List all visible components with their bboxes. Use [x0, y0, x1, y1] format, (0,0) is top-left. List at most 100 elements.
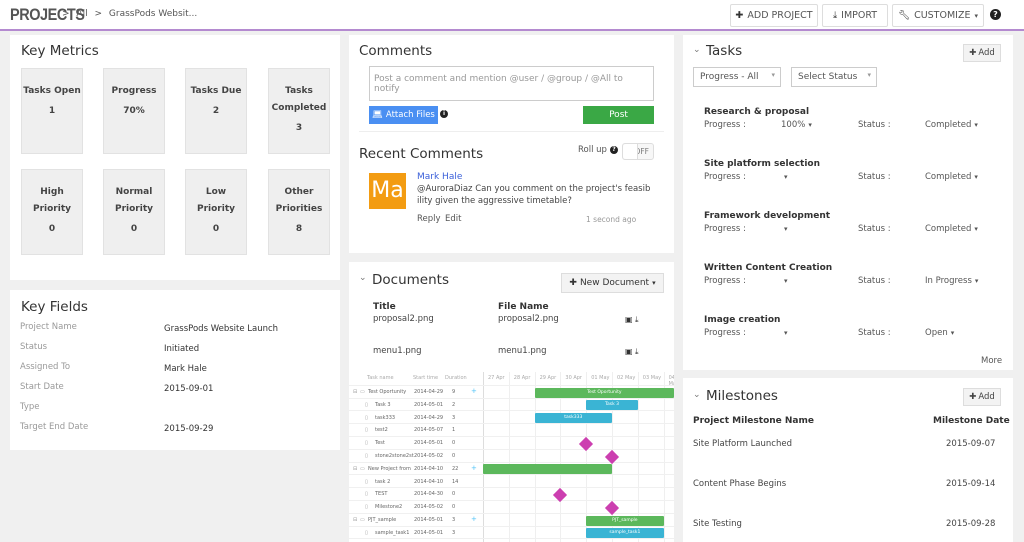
- doc-title[interactable]: menu1.png: [373, 346, 422, 356]
- metric-label: Tasks Completed: [271, 86, 327, 113]
- gantt-start-time: 2014-05-01: [414, 401, 444, 408]
- gantt-row[interactable]: ▯ task333 2014-04-29 3: [349, 412, 674, 425]
- milestone-name[interactable]: Content Phase Begins: [693, 479, 786, 489]
- help-icon[interactable]: ?: [990, 9, 1001, 20]
- status-filter-select[interactable]: Select Status: [791, 67, 877, 87]
- caret-down-icon: ▾: [974, 173, 978, 181]
- collapse-chevron-icon[interactable]: ⌄: [693, 390, 701, 400]
- status-value: Open: [925, 328, 948, 338]
- progress-dropdown[interactable]: ▾: [781, 276, 788, 286]
- expand-icon[interactable]: ⊟: [353, 389, 357, 395]
- progress-dropdown[interactable]: ▾: [781, 328, 788, 338]
- add-subtask-icon[interactable]: +: [471, 515, 477, 523]
- image-preview-icon[interactable]: ▣: [625, 347, 633, 356]
- new-document-button[interactable]: ✚ New Document ▾: [561, 273, 664, 293]
- gantt-row[interactable]: ▯ TEST 2014-04-30 0: [349, 488, 674, 502]
- gantt-start-time: 2014-04-29: [414, 389, 444, 395]
- progress-dropdown[interactable]: 100% ▾: [781, 120, 812, 130]
- gantt-duration: 3: [452, 414, 456, 421]
- breadcrumb-all[interactable]: All: [76, 9, 87, 19]
- progress-filter-select[interactable]: Progress - All: [693, 67, 781, 87]
- gantt-task-name: New Project from: [368, 465, 411, 472]
- gantt-start-time: 2014-05-07: [414, 427, 444, 434]
- comment-input[interactable]: Post a comment and mention @user / @grou…: [369, 66, 654, 101]
- gantt-bar[interactable]: task333: [534, 413, 612, 424]
- download-icon[interactable]: ⤓: [635, 347, 639, 357]
- customize-button[interactable]: 🔧︎ CUSTOMIZE ▾: [892, 4, 984, 27]
- metric-value: 8: [295, 224, 303, 234]
- download-icon[interactable]: ⤓: [635, 315, 639, 325]
- expand-icon[interactable]: ⊟: [353, 517, 357, 523]
- add-milestone-button[interactable]: ✚ Add: [963, 388, 1001, 406]
- collapse-chevron-icon[interactable]: ⌄: [359, 273, 367, 283]
- status-value: Completed: [925, 224, 972, 234]
- add-subtask-icon[interactable]: +: [471, 387, 477, 395]
- status-dropdown[interactable]: Completed ▾: [925, 172, 978, 182]
- gantt-start-time: 2014-05-01: [414, 440, 444, 447]
- edit-link[interactable]: Edit: [445, 214, 461, 224]
- folder-icon: ▭: [360, 517, 365, 523]
- caret-down-icon: ▾: [808, 121, 812, 129]
- gantt-bar[interactable]: sample_task1: [586, 528, 664, 539]
- status-dropdown[interactable]: Open ▾: [925, 328, 954, 338]
- gantt-bar[interactable]: Task 3: [586, 400, 638, 411]
- gantt-row[interactable]: ▯ test2 2014-05-07 1: [349, 424, 674, 438]
- add-task-button[interactable]: ✚ Add: [963, 44, 1001, 62]
- metric-card: Other Priorities 8: [268, 169, 330, 255]
- metric-label: Other Priorities: [275, 187, 323, 214]
- comment-text-line2: ility given the aggressive timetable?: [417, 196, 572, 206]
- milestone-name[interactable]: Site Platform Launched: [693, 439, 792, 449]
- comment-time: 1 second ago: [586, 215, 637, 224]
- doc-title[interactable]: proposal2.png: [373, 314, 434, 324]
- collapse-chevron-icon[interactable]: ⌄: [693, 45, 701, 55]
- task-name[interactable]: Research & proposal: [704, 107, 809, 117]
- gantt-duration: 1: [452, 427, 456, 434]
- gantt-row[interactable]: ▯ task 2 2014-04-10 14: [349, 476, 674, 489]
- post-button[interactable]: Post: [583, 106, 654, 124]
- info-icon[interactable]: i: [440, 110, 448, 118]
- help-icon[interactable]: ?: [610, 146, 618, 154]
- gantt-date-label: 27 Apr: [488, 375, 505, 381]
- milestone-name[interactable]: Site Testing: [693, 519, 742, 529]
- gantt-bar[interactable]: PJT_sample: [586, 515, 664, 526]
- metric-value: 70%: [123, 106, 145, 116]
- gantt-date-label: 01 May: [591, 375, 610, 381]
- gantt-row[interactable]: ▯ stone2stone2st 2014-05-02 0: [349, 450, 674, 463]
- add-project-button[interactable]: ✚ ADD PROJECT: [730, 4, 818, 27]
- task-name[interactable]: Image creation: [704, 315, 780, 325]
- status-dropdown[interactable]: Completed ▾: [925, 224, 978, 234]
- gantt-col-duration: Duration: [445, 375, 467, 381]
- status-dropdown[interactable]: Completed ▾: [925, 120, 978, 130]
- add-milestone-label: Add: [978, 392, 995, 402]
- gantt-bar[interactable]: [483, 464, 612, 475]
- add-task-label: Add: [978, 48, 995, 58]
- reply-link[interactable]: Reply: [417, 214, 441, 224]
- image-preview-icon[interactable]: ▣: [625, 315, 633, 324]
- progress-dropdown[interactable]: ▾: [781, 224, 788, 234]
- attach-files-button[interactable]: 💻︎ Attach Files: [369, 106, 438, 124]
- task-name[interactable]: Site platform selection: [704, 159, 820, 169]
- gantt-duration: 14: [452, 478, 459, 485]
- import-button[interactable]: ⤓ IMPORT: [822, 4, 888, 27]
- metric-card: Tasks Due 2: [185, 68, 247, 154]
- gantt-bar[interactable]: Test Oportunity: [534, 387, 674, 398]
- avatar: Ma: [369, 173, 406, 209]
- progress-dropdown[interactable]: ▾: [781, 172, 788, 182]
- add-subtask-icon[interactable]: +: [471, 464, 477, 472]
- gantt-row[interactable]: ▯ Test 2014-05-01 0: [349, 437, 674, 450]
- rollup-toggle[interactable]: OFF: [622, 143, 654, 160]
- status-dropdown[interactable]: In Progress ▾: [925, 276, 978, 286]
- task-name[interactable]: Written Content Creation: [704, 263, 832, 273]
- gantt-duration: 3: [452, 529, 456, 536]
- attach-files-label: Attach Files: [385, 110, 435, 120]
- add-project-label: ADD PROJECT: [747, 10, 813, 21]
- gantt-date-label: 02 May: [617, 375, 636, 381]
- gantt-row[interactable]: ▯ Milestone2 2014-05-02 0: [349, 501, 674, 514]
- breadcrumb-project[interactable]: GrassPods Websit...: [109, 9, 197, 19]
- field-value: 2015-09-01: [164, 384, 214, 394]
- more-link[interactable]: More: [981, 356, 1002, 366]
- field-value: Initiated: [164, 344, 200, 354]
- expand-icon[interactable]: ⊟: [353, 466, 357, 472]
- task-name[interactable]: Framework development: [704, 211, 830, 221]
- comment-author[interactable]: Mark Hale: [417, 172, 462, 182]
